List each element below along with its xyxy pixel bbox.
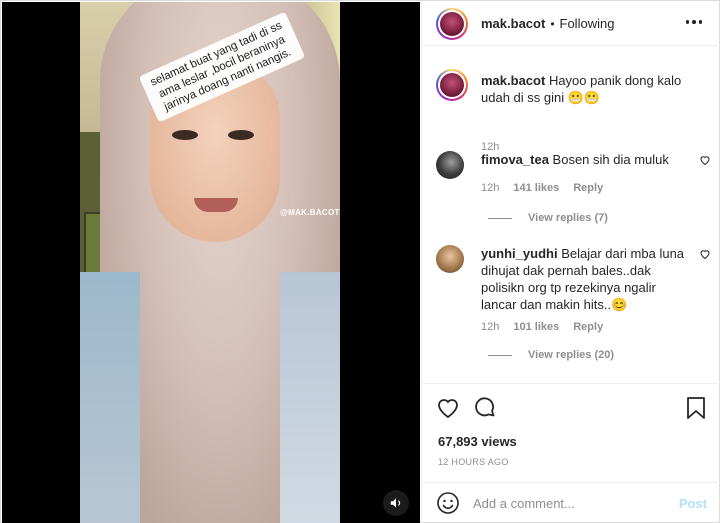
replies-divider <box>488 217 512 219</box>
video-subject-mouth <box>194 198 238 212</box>
video-subject-shirt-left <box>80 272 140 523</box>
commenter-avatar[interactable] <box>436 245 464 273</box>
post-timestamp[interactable]: 12 HOURS AGO <box>438 457 509 467</box>
comment-time[interactable]: 12h <box>481 321 499 333</box>
view-replies-label[interactable]: View replies (7) <box>528 212 608 224</box>
comment-body: yunhi_yudhi Belajar dari mba luna dihuja… <box>481 245 686 313</box>
comment-username[interactable]: fimova_tea <box>481 152 549 167</box>
following-button[interactable]: Following <box>560 16 615 31</box>
media-viewer[interactable]: selamat buat yang tadi di ss ama leslar … <box>2 2 420 523</box>
comment-text: Bosen sih dia muluk <box>552 152 669 167</box>
caption-avatar[interactable] <box>436 69 468 101</box>
comment-like-icon[interactable] <box>699 154 711 166</box>
action-bar <box>436 396 707 422</box>
video-player[interactable]: selamat buat yang tadi di ss ama leslar … <box>80 2 340 523</box>
video-subject-eye <box>228 130 254 140</box>
view-replies-button[interactable]: View replies (20) <box>488 349 614 361</box>
emoji-icon[interactable] <box>436 491 460 515</box>
header-username[interactable]: mak.bacot <box>481 16 545 31</box>
post-header: mak.bacot • Following <box>422 2 720 46</box>
view-count[interactable]: 67,893 views <box>438 434 517 449</box>
post-actions: 67,893 views 12 HOURS AGO Post <box>422 383 720 523</box>
more-options-icon[interactable] <box>685 20 702 24</box>
comment-likes[interactable]: 141 likes <box>513 182 559 194</box>
post-frame: selamat buat yang tadi di ss ama leslar … <box>0 0 720 523</box>
comments-section[interactable]: mak.bacot Hayoo panik dong kalo udah di … <box>422 47 720 383</box>
post-button[interactable]: Post <box>679 496 707 511</box>
add-comment-bar: Post <box>422 482 720 523</box>
caption-username[interactable]: mak.bacot <box>481 73 545 88</box>
post-sidebar: mak.bacot • Following mak.bacot Hayoo pa… <box>421 2 720 523</box>
header-separator: • <box>550 16 555 31</box>
comment-meta: 12h 101 likes Reply <box>481 321 603 333</box>
save-icon[interactable] <box>685 396 707 420</box>
avatar-image <box>440 73 464 97</box>
comment-time[interactable]: 12h <box>481 182 499 194</box>
video-subject-eye <box>172 130 198 140</box>
view-replies-button[interactable]: View replies (7) <box>488 212 608 224</box>
video-watermark: @MAK.BACOT <box>280 208 340 217</box>
avatar-image <box>440 11 464 36</box>
comment-username[interactable]: yunhi_yudhi <box>481 246 558 261</box>
avatar[interactable] <box>436 7 468 40</box>
comment-icon[interactable] <box>473 396 497 420</box>
video-subject-shirt-right <box>280 272 340 523</box>
comment-reply-button[interactable]: Reply <box>573 182 603 194</box>
sound-toggle-button[interactable] <box>383 490 409 516</box>
comment-input[interactable] <box>473 495 663 511</box>
replies-divider <box>488 354 512 356</box>
speaker-icon <box>390 498 401 508</box>
comment-like-icon[interactable] <box>699 248 711 260</box>
comment-body: fimova_tea Bosen sih dia muluk <box>481 151 686 168</box>
comment-reply-button[interactable]: Reply <box>573 321 603 333</box>
view-replies-label[interactable]: View replies (20) <box>528 349 614 361</box>
comment-meta: 12h 141 likes Reply <box>481 182 603 194</box>
commenter-avatar[interactable] <box>436 151 464 179</box>
caption-body: mak.bacot Hayoo panik dong kalo udah di … <box>481 72 706 106</box>
comment-likes[interactable]: 101 likes <box>513 321 559 333</box>
like-icon[interactable] <box>436 396 460 420</box>
